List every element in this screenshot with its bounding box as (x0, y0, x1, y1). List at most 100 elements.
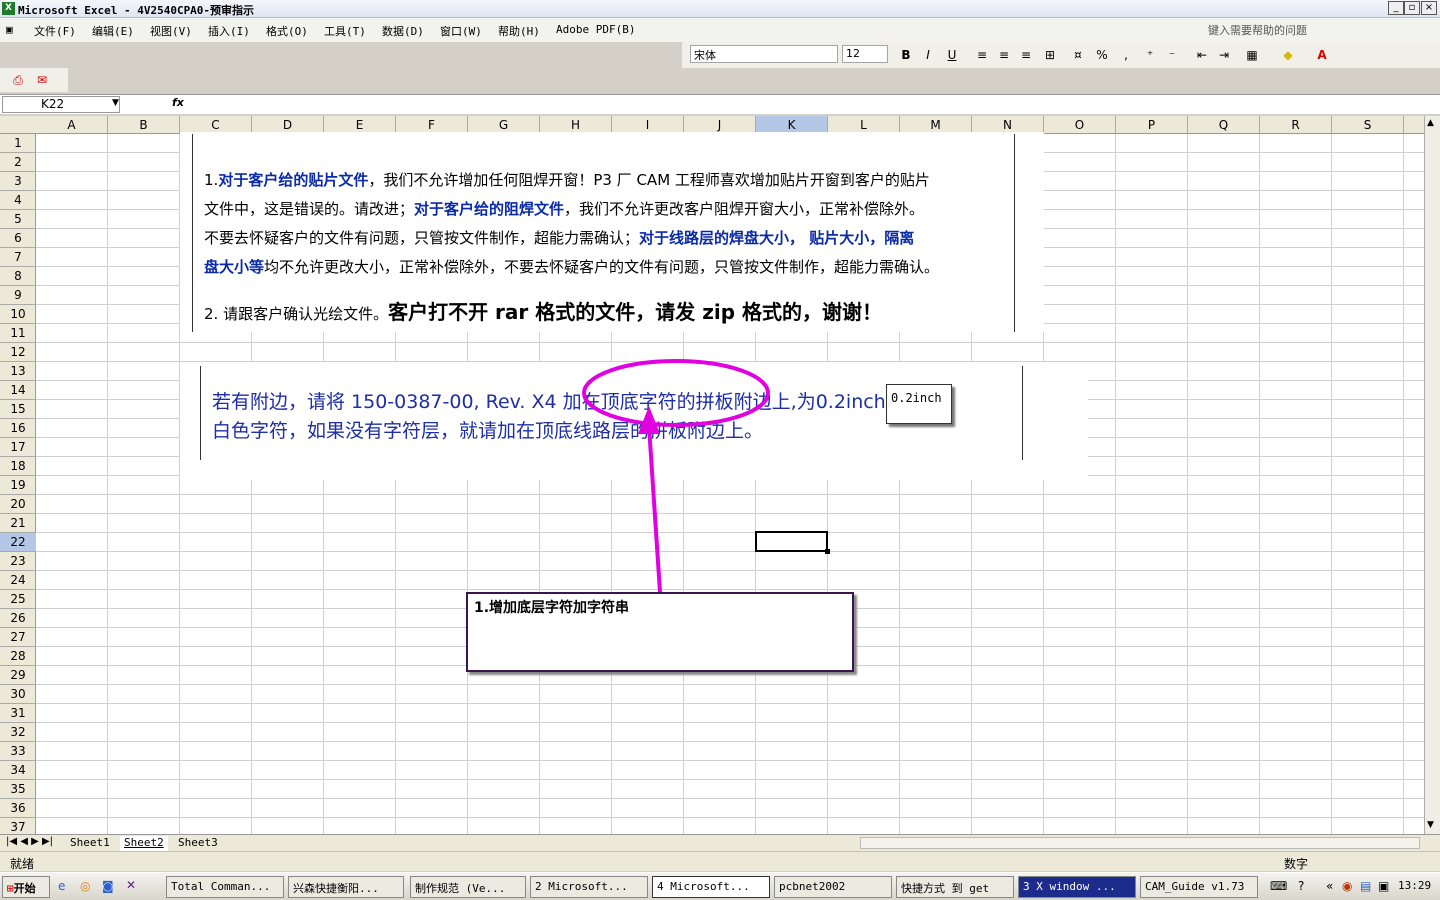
column-header-a[interactable]: A (36, 116, 108, 134)
column-header-q[interactable]: Q (1188, 116, 1260, 134)
fill-color-icon[interactable]: ◆ (1278, 46, 1298, 64)
row-header-25[interactable]: 25 (0, 590, 36, 609)
worksheet[interactable]: ABCDEFGHIJKLMNOPQRS 1 2 3 4 5 6 7 8 9 10 11 12 13 14 1… (0, 116, 1424, 834)
fill-handle[interactable] (825, 549, 830, 554)
row-header-27[interactable]: 27 (0, 628, 36, 647)
tab-sheet1[interactable]: Sheet1 (66, 836, 114, 851)
task-excel[interactable]: 4 Microsoft... (652, 876, 770, 898)
row-header-8[interactable]: 8 (0, 267, 36, 286)
percent-button[interactable]: % (1092, 46, 1112, 64)
row-header-32[interactable]: 32 (0, 723, 36, 742)
borders-icon[interactable]: ▦ (1242, 46, 1262, 64)
tray-app-icon[interactable]: ◉ (1342, 879, 1352, 893)
tray-expand-icon[interactable]: « (1326, 879, 1333, 893)
row-header-21[interactable]: 21 (0, 514, 36, 533)
align-left-icon[interactable]: ≡ (972, 46, 992, 64)
help-search-input[interactable]: 键入需要帮助的问题 (1208, 20, 1384, 38)
row-header-28[interactable]: 28 (0, 647, 36, 666)
ie-icon[interactable]: e (58, 879, 65, 893)
row-header-34[interactable]: 34 (0, 761, 36, 780)
row-header-12[interactable]: 12 (0, 343, 36, 362)
menu-file[interactable]: 文件(F) (34, 23, 76, 39)
tab-sheet2[interactable]: Sheet2 (120, 836, 168, 851)
name-box-dropdown-icon[interactable]: ▼ (112, 98, 119, 108)
row-header-33[interactable]: 33 (0, 742, 36, 761)
task-total-commander[interactable]: Total Comman... (166, 876, 284, 898)
pdf-email-icon[interactable]: ✉ (32, 71, 52, 89)
quick-launch-icon[interactable]: ◙ (102, 879, 114, 893)
italic-button[interactable]: I (918, 46, 938, 64)
column-header-o[interactable]: O (1044, 116, 1116, 134)
tab-scroll-icon[interactable]: |◀ ◀ ▶ ▶| (6, 836, 53, 847)
row-header-5[interactable]: 5 (0, 210, 36, 229)
clock-app-icon[interactable]: ◎ (80, 879, 90, 893)
font-size-select[interactable]: 12 (842, 45, 888, 63)
row-header-30[interactable]: 30 (0, 685, 36, 704)
menu-adobe-pdf[interactable]: Adobe PDF(B) (556, 23, 635, 36)
row-header-16[interactable]: 16 (0, 419, 36, 438)
menu-data[interactable]: 数据(D) (382, 23, 424, 39)
inch-note-box[interactable]: 0.2inch (886, 384, 952, 424)
monitor-icon[interactable]: ▣ (1378, 879, 1389, 893)
maximize-button[interactable]: ▫ (1404, 1, 1420, 15)
scroll-down-icon[interactable]: ▼ (1427, 820, 1434, 830)
selected-cell[interactable] (755, 531, 830, 554)
task-xingsen[interactable]: 兴森快捷衡阳... (288, 876, 404, 898)
menu-window[interactable]: 窗口(W) (440, 23, 482, 39)
scroll-up-icon[interactable]: ▲ (1427, 118, 1434, 128)
row-header-35[interactable]: 35 (0, 780, 36, 799)
currency-icon[interactable]: ¤ (1068, 46, 1088, 64)
row-header-24[interactable]: 24 (0, 571, 36, 590)
task-cam-guide[interactable]: CAM_Guide v1.73 (1140, 876, 1258, 898)
column-header-p[interactable]: P (1116, 116, 1188, 134)
row-header-17[interactable]: 17 (0, 438, 36, 457)
menu-edit[interactable]: 编辑(E) (92, 23, 134, 39)
vertical-scrollbar[interactable]: ▲ ▼ (1424, 116, 1440, 834)
row-header-22[interactable]: 22 (0, 533, 36, 552)
row-header-4[interactable]: 4 (0, 191, 36, 210)
row-header-36[interactable]: 36 (0, 799, 36, 818)
column-header-r[interactable]: R (1260, 116, 1332, 134)
column-header-b[interactable]: B (108, 116, 180, 134)
row-header-7[interactable]: 7 (0, 248, 36, 267)
increase-decimal-icon[interactable]: ⁺ (1140, 46, 1160, 64)
menu-view[interactable]: 视图(V) (150, 23, 192, 39)
row-header-37[interactable]: 37 (0, 818, 36, 834)
decrease-decimal-icon[interactable]: ⁻ (1162, 46, 1182, 64)
embedded-document-1[interactable]: 1.对于客户给的贴片文件，我们不允许增加任何阻焊开窗！P3 厂 CAM 工程师喜… (180, 132, 1044, 332)
callout-textbox[interactable]: 1.增加底层字符加字符串 (466, 592, 854, 672)
row-header-26[interactable]: 26 (0, 609, 36, 628)
function-icon[interactable]: fx (172, 96, 184, 109)
x-app-icon[interactable]: ✕ (126, 878, 136, 892)
row-header-3[interactable]: 3 (0, 172, 36, 191)
keyboard-icon[interactable]: ⌨ (1270, 879, 1287, 893)
task-xwindow[interactable]: 3 X window ... (1018, 876, 1136, 898)
font-name-select[interactable]: 宋体 (690, 45, 838, 63)
row-header-15[interactable]: 15 (0, 400, 36, 419)
row-header-18[interactable]: 18 (0, 457, 36, 476)
doc-icon[interactable]: ▣ (6, 23, 13, 36)
task-shortcut[interactable]: 快捷方式 到 get (896, 876, 1014, 898)
row-header-31[interactable]: 31 (0, 704, 36, 723)
task-word[interactable]: 2 Microsoft... (530, 876, 648, 898)
row-header-1[interactable]: 1 (0, 134, 36, 153)
row-header-20[interactable]: 20 (0, 495, 36, 514)
tab-sheet3[interactable]: Sheet3 (174, 836, 222, 851)
menu-help[interactable]: 帮助(H) (498, 23, 540, 39)
pdf-convert-icon[interactable]: ⎙ (8, 71, 28, 89)
close-button[interactable]: × (1421, 1, 1437, 15)
comma-button[interactable]: , (1116, 46, 1136, 64)
row-header-29[interactable]: 29 (0, 666, 36, 685)
increase-indent-icon[interactable]: ⇥ (1214, 46, 1234, 64)
row-header-23[interactable]: 23 (0, 552, 36, 571)
minimize-button[interactable]: _ (1388, 1, 1404, 15)
font-color-icon[interactable]: A (1312, 46, 1332, 64)
start-button[interactable]: ⊞开始 (2, 876, 50, 898)
task-pcbnet[interactable]: pcbnet2002 (774, 876, 892, 898)
decrease-indent-icon[interactable]: ⇤ (1192, 46, 1212, 64)
name-box[interactable]: K22 (2, 96, 120, 113)
menu-format[interactable]: 格式(O) (266, 23, 308, 39)
merge-center-icon[interactable]: ⊞ (1040, 46, 1060, 64)
row-header-9[interactable]: 9 (0, 286, 36, 305)
network-icon[interactable]: ▤ (1360, 879, 1371, 893)
